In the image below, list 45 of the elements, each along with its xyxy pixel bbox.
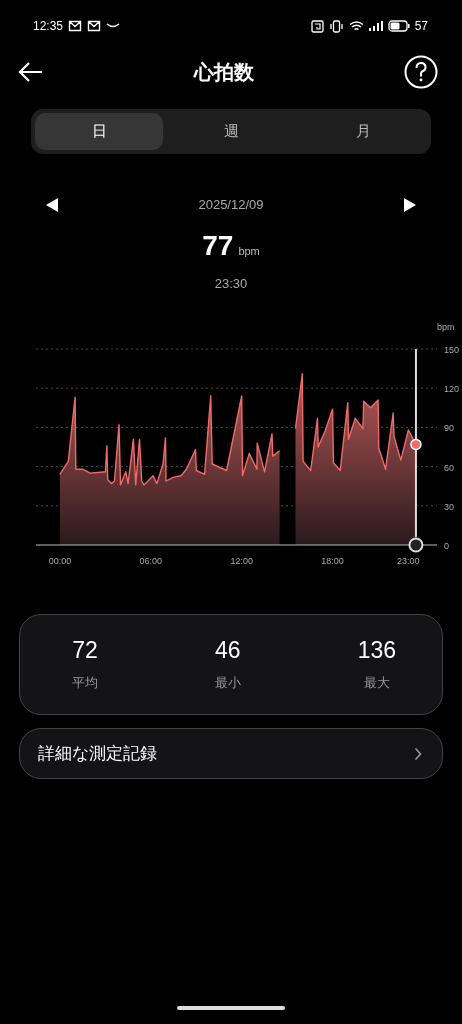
- y-tick-label: 90: [444, 423, 454, 434]
- period-tab[interactable]: 週: [167, 113, 295, 150]
- period-tab[interactable]: 日: [35, 113, 163, 150]
- clock-time: 12:35: [33, 19, 64, 33]
- x-tick-label: 12:00: [230, 556, 253, 566]
- stat-value: 72: [72, 637, 98, 664]
- stat-label: 平均: [72, 674, 98, 692]
- reading-time: 23:30: [213, 276, 249, 291]
- signal-icon: [368, 20, 383, 32]
- next-day-button[interactable]: [403, 197, 417, 212]
- wifi-icon: [348, 20, 364, 32]
- help-button[interactable]: [404, 55, 438, 89]
- left-triangle-icon: [45, 197, 59, 212]
- detail-records-button[interactable]: 詳細な測定記録: [19, 728, 443, 779]
- page-title: 心拍数: [193, 59, 254, 85]
- nfc-icon: [310, 19, 324, 33]
- x-tick-label: 00:00: [48, 556, 72, 566]
- chevron-right-icon: [414, 746, 422, 761]
- period-tab[interactable]: 月: [299, 113, 427, 150]
- previous-day-button[interactable]: [45, 197, 59, 212]
- back-button[interactable]: [17, 61, 43, 83]
- y-tick-label: 150: [444, 345, 460, 355]
- x-tick-label: 23:00: [397, 556, 420, 566]
- unit-label: bpm: [238, 245, 260, 257]
- stat-label: 最小: [214, 674, 241, 692]
- help-icon: [404, 55, 438, 89]
- y-tick-label: 60: [444, 462, 454, 473]
- stat-value: 46: [215, 637, 241, 664]
- stat-label: 最大: [363, 674, 390, 692]
- x-tick-label: 06:00: [139, 556, 163, 566]
- y-tick-label: 30: [444, 501, 454, 512]
- battery-level: 57: [414, 19, 428, 33]
- date-label: 2025/12/09: [198, 197, 264, 212]
- y-tick-label: 120: [444, 384, 460, 395]
- x-tick-label: 18:00: [321, 556, 344, 566]
- mail-icon: [68, 19, 83, 33]
- right-triangle-icon: [403, 197, 417, 212]
- stat-value: 136: [357, 637, 396, 664]
- battery-icon: [387, 20, 410, 32]
- mail-icon: [87, 19, 102, 33]
- y-axis-unit: bpm: [437, 322, 455, 332]
- y-tick-label: 0: [444, 541, 449, 551]
- back-arrow-icon: [17, 61, 43, 83]
- heart-rate-value: 77: [202, 230, 234, 262]
- vibrate-icon: [328, 19, 344, 33]
